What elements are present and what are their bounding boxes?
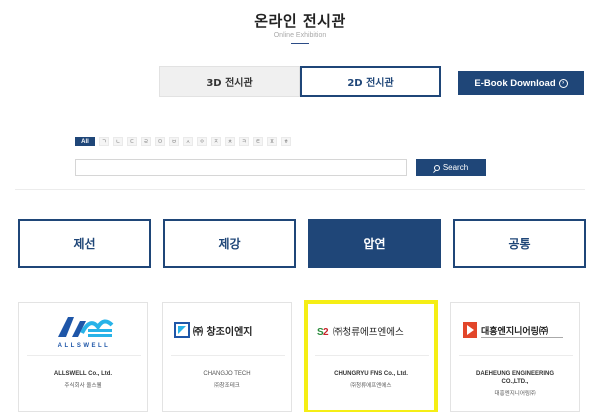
chungryu-logo-icon: S 2 ㈜청류에프엔에스: [317, 326, 404, 338]
tab-2d-exhibition[interactable]: 2D 전시관: [300, 66, 441, 97]
filter-hieut[interactable]: ㅎ: [281, 137, 291, 146]
filter-pieup[interactable]: ㅍ: [267, 137, 277, 146]
category-abyeon[interactable]: 압연: [308, 219, 441, 268]
logo-lettering: ㈜청류에프엔에스: [333, 326, 404, 338]
company-card-selected[interactable]: S 2 ㈜청류에프엔에스 CHUNGRYU FNS Co., Ltd. ㈜청류에…: [304, 300, 438, 412]
category-jegang[interactable]: 제강: [163, 219, 296, 268]
page-subtitle: Online Exhibition: [273, 32, 327, 39]
company-list: ALLSWELL ALLSWELL Co., Ltd. 주식회사 올스웰 ㈜ 창…: [18, 300, 580, 412]
filter-kieuk[interactable]: ㅋ: [239, 137, 249, 146]
card-divider: [315, 355, 429, 356]
changjo-logo-icon: ㈜ 창조이엔지: [174, 321, 252, 338]
filter-digeut[interactable]: ㄷ: [127, 137, 137, 146]
company-name-en-line2: CO.,LTD.,: [501, 379, 529, 385]
company-logo: ㈜ 창조이엔지: [169, 307, 287, 354]
page-title: 온라인 전시관: [254, 12, 346, 30]
filter-giyeok[interactable]: ㄱ: [99, 137, 109, 146]
search-input[interactable]: [75, 159, 407, 176]
tab-3d-exhibition[interactable]: 3D 전시관: [159, 66, 300, 97]
company-card[interactable]: ALLSWELL ALLSWELL Co., Ltd. 주식회사 올스웰: [18, 302, 148, 412]
category-gongtong[interactable]: 공통: [453, 219, 586, 268]
company-logo: ALLSWELL: [25, 307, 143, 354]
filter-rieul[interactable]: ㄹ: [141, 137, 151, 146]
filter-tieut[interactable]: ㅌ: [253, 137, 263, 146]
filter-all[interactable]: All: [75, 137, 95, 146]
daeheung-logo-icon: 대흥엔지니어링㈜: [463, 321, 563, 338]
company-name-en: CHANGJO TECH: [203, 371, 251, 377]
company-logo: 대흥엔지니어링㈜: [457, 307, 575, 354]
card-divider: [27, 355, 141, 356]
company-card[interactable]: ㈜ 창조이엔지 CHANGJO TECH ㈜창조테크: [162, 302, 292, 412]
filter-ieung[interactable]: ㅇ: [197, 137, 207, 146]
filter-bieup[interactable]: ㅂ: [169, 137, 179, 146]
company-name-ko: ㈜창조테크: [214, 383, 240, 389]
search-button-label: Search: [442, 163, 469, 172]
filter-mieum[interactable]: ㅁ: [155, 137, 165, 146]
allswell-logo-icon: ALLSWELL: [58, 316, 114, 349]
card-divider: [459, 355, 573, 356]
filter-chieut[interactable]: ㅊ: [225, 137, 235, 146]
filter-jieut[interactable]: ㅈ: [211, 137, 221, 146]
svg-text:2: 2: [323, 327, 329, 338]
logo-lettering: ㈜ 창조이엔지: [193, 325, 252, 338]
filter-siot[interactable]: ㅅ: [183, 137, 193, 146]
company-name-en: DAEHEUNG ENGINEERING: [475, 371, 554, 377]
alphabet-filter: All ㄱ ㄴ ㄷ ㄹ ㅁ ㅂ ㅅ ㅇ ㅈ ㅊ ㅋ ㅌ ㅍ ㅎ: [75, 137, 291, 146]
company-name-en: ALLSWELL Co., Ltd.: [53, 371, 113, 377]
company-name-ko: ㈜청류에프엔에스: [350, 383, 392, 389]
section-divider: [15, 189, 585, 190]
search-button[interactable]: Search: [416, 159, 486, 176]
category-jeseon[interactable]: 제선: [18, 219, 151, 268]
filter-nieun[interactable]: ㄴ: [113, 137, 123, 146]
company-card[interactable]: 대흥엔지니어링㈜ DAEHEUNG ENGINEERING CO.,LTD., …: [450, 302, 580, 412]
title-underline: [291, 43, 309, 44]
ebook-download-label: E-Book Download: [474, 77, 556, 89]
card-divider: [171, 355, 285, 356]
arrow-right-circle-icon: ›: [558, 78, 568, 88]
company-logo: S 2 ㈜청류에프엔에스: [313, 307, 431, 354]
search-icon: [433, 164, 440, 171]
company-name-ko: 대흥엔지니어링㈜: [494, 391, 536, 397]
logo-lettering: ALLSWELL: [58, 343, 111, 349]
logo-lettering: 대흥엔지니어링㈜: [481, 325, 548, 337]
company-name-ko: 주식회사 올스웰: [64, 383, 102, 389]
ebook-download-button[interactable]: E-Book Download ›: [458, 71, 584, 95]
company-name-en: CHUNGRYU FNS Co., Ltd.: [334, 371, 408, 377]
view-tabs: 3D 전시관 2D 전시관: [159, 66, 441, 97]
category-tabs: 제선 제강 압연 공통: [18, 219, 586, 268]
